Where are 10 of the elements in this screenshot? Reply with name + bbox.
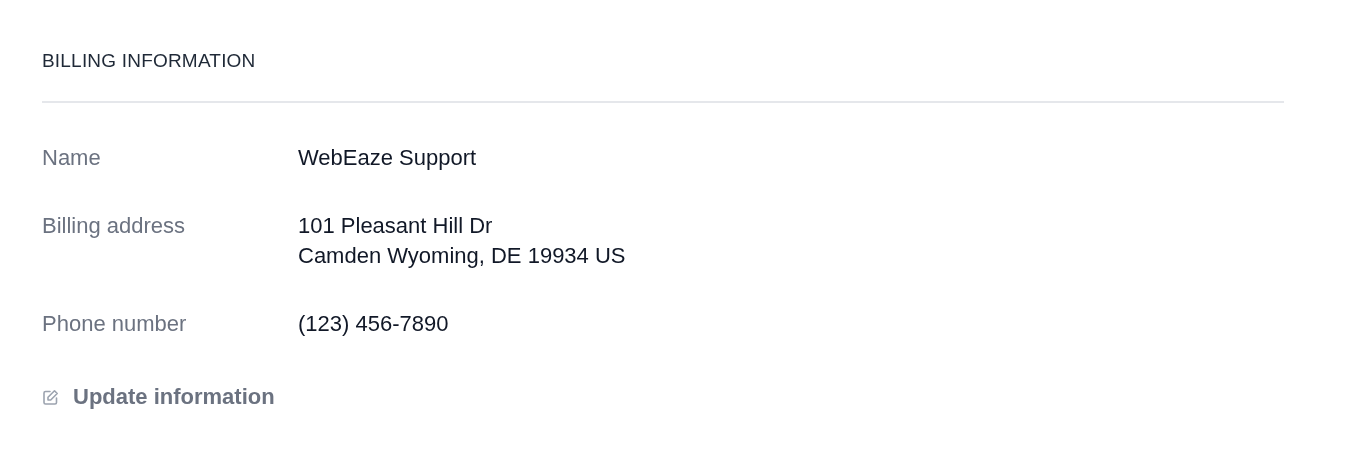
field-value: Camden Wyoming, DE 19934 US [298,242,626,270]
edit-icon [42,388,59,406]
field-label: Name [42,144,102,172]
field-label: Phone number [42,310,188,338]
field-value: WebEaze Support [298,144,477,172]
field-value: 101 Pleasant Hill Dr [298,212,494,240]
update-information-link[interactable]: Update information [42,382,275,412]
field-label: Billing address [42,212,187,240]
field-value: (123) 456-7890 [298,310,449,338]
section-title: BILLING INFORMATION [42,49,257,73]
